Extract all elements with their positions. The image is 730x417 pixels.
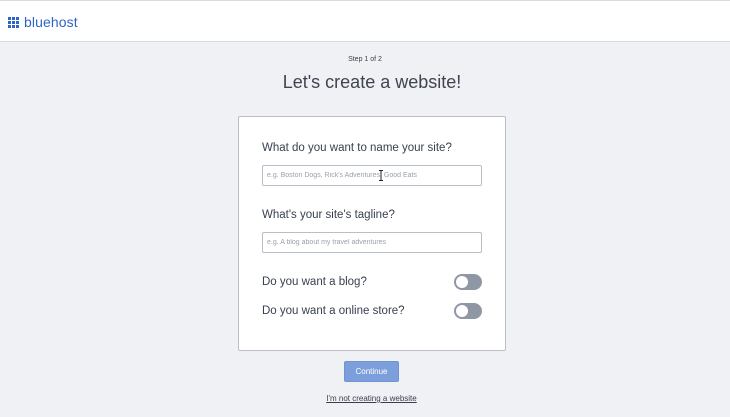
blog-label: Do you want a blog?: [262, 276, 367, 288]
site-name-input[interactable]: [262, 165, 482, 186]
tagline-label: What's your site's tagline?: [262, 209, 395, 221]
logo-text: bluehost: [24, 14, 78, 30]
continue-button[interactable]: Continue: [344, 361, 399, 382]
toggle-knob: [456, 305, 468, 317]
bluehost-logo[interactable]: bluehost: [8, 14, 78, 30]
site-name-label: What do you want to name your site?: [262, 142, 452, 154]
online-store-toggle[interactable]: [454, 303, 482, 319]
toggle-knob: [456, 276, 468, 288]
online-store-label: Do you want a online store?: [262, 305, 405, 317]
top-bar: bluehost: [0, 0, 730, 42]
blog-toggle[interactable]: [454, 274, 482, 290]
create-website-form: What do you want to name your site? What…: [238, 116, 506, 351]
step-indicator: Step 1 of 2: [348, 56, 382, 63]
text-cursor-icon: [379, 170, 383, 181]
page-title: Let's create a website!: [282, 72, 462, 92]
not-creating-website-link[interactable]: I'm not creating a website: [0, 394, 730, 403]
grid-icon: [8, 16, 19, 28]
tagline-input[interactable]: [262, 232, 482, 253]
